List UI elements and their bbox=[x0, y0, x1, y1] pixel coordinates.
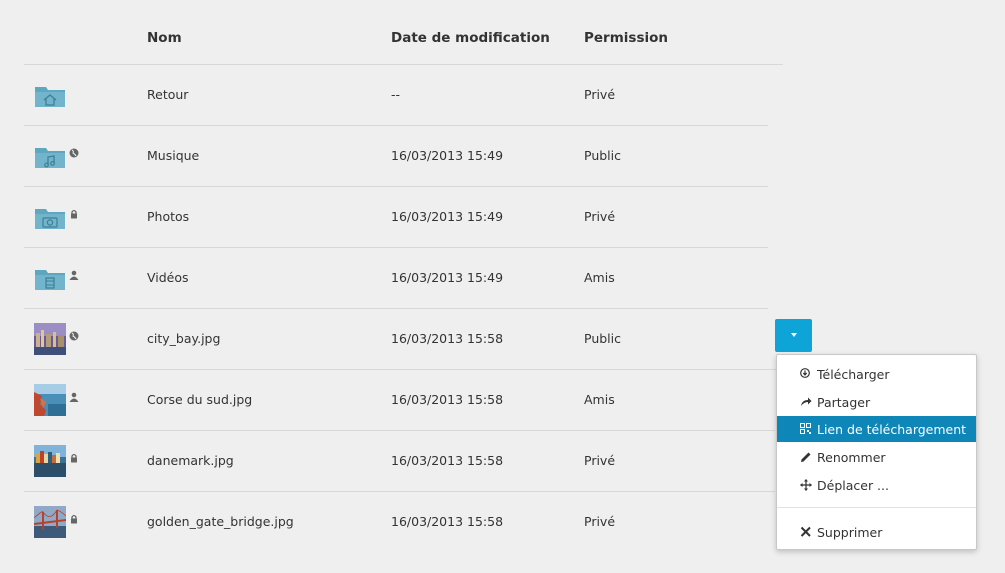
table-row[interactable]: Corse du sud.jpg 16/03/2013 15:58 Amis bbox=[24, 370, 775, 431]
globe-icon bbox=[69, 326, 79, 341]
table-row[interactable]: Musique 16/03/2013 15:49 Public bbox=[24, 126, 768, 187]
file-name[interactable]: Corse du sud.jpg bbox=[147, 392, 252, 407]
menu-item-label: Lien de téléchargement bbox=[817, 422, 967, 437]
folder-home-icon bbox=[34, 79, 66, 111]
row-actions-dropdown-button[interactable] bbox=[775, 319, 812, 352]
file-name[interactable]: Retour bbox=[147, 87, 188, 102]
user-icon bbox=[69, 265, 79, 280]
table-row[interactable]: danemark.jpg 16/03/2013 15:58 Privé bbox=[24, 431, 775, 492]
modified-date: -- bbox=[391, 87, 401, 102]
menu-item-label: Déplacer ... bbox=[817, 478, 889, 493]
image-thumbnail-icon bbox=[34, 323, 66, 355]
caret-down-icon bbox=[791, 333, 797, 337]
folder-camera-icon bbox=[34, 201, 66, 233]
menu-item-label: Partager bbox=[817, 395, 871, 410]
table-row[interactable]: golden_gate_bridge.jpg 16/03/2013 15:58 … bbox=[24, 492, 775, 553]
folder-music-icon bbox=[34, 140, 66, 172]
permission-label: Privé bbox=[584, 209, 616, 224]
image-thumbnail-icon bbox=[34, 384, 66, 416]
modified-date: 16/03/2013 15:49 bbox=[391, 209, 504, 224]
modified-date: 16/03/2013 15:58 bbox=[391, 331, 504, 346]
menu-item-label: Renommer bbox=[817, 450, 886, 465]
close-icon bbox=[800, 526, 812, 538]
modified-date: 16/03/2013 15:49 bbox=[391, 270, 504, 285]
menu-divider bbox=[777, 507, 976, 508]
permission-label: Amis bbox=[584, 392, 615, 407]
table-row[interactable]: Photos 16/03/2013 15:49 Privé bbox=[24, 187, 768, 248]
pencil-icon bbox=[800, 451, 812, 463]
table-row[interactable]: Vidéos 16/03/2013 15:49 Amis bbox=[24, 248, 768, 309]
column-header-permission[interactable]: Permission bbox=[584, 30, 668, 46]
qr-link-icon bbox=[800, 423, 812, 435]
file-name[interactable]: golden_gate_bridge.jpg bbox=[147, 514, 294, 529]
menu-item-delete[interactable]: Supprimer bbox=[777, 519, 976, 545]
modified-date: 16/03/2013 15:58 bbox=[391, 453, 504, 468]
file-name[interactable]: city_bay.jpg bbox=[147, 331, 220, 346]
row-actions-menu: Télécharger Partager Lien de téléchargem… bbox=[776, 354, 977, 550]
menu-item-label: Télécharger bbox=[817, 367, 890, 382]
column-header-name[interactable]: Nom bbox=[147, 30, 182, 46]
modified-date: 16/03/2013 15:58 bbox=[391, 392, 504, 407]
permission-label: Privé bbox=[584, 87, 616, 102]
permission-label: Amis bbox=[584, 270, 615, 285]
menu-item-share[interactable]: Partager bbox=[777, 389, 976, 415]
column-header-date[interactable]: Date de modification bbox=[391, 30, 550, 46]
globe-icon bbox=[69, 143, 79, 158]
menu-item-label: Supprimer bbox=[817, 525, 883, 540]
table-row[interactable]: city_bay.jpg 16/03/2013 15:58 Public bbox=[24, 309, 819, 370]
menu-item-move[interactable]: Déplacer ... bbox=[777, 472, 976, 498]
modified-date: 16/03/2013 15:49 bbox=[391, 148, 504, 163]
image-thumbnail-icon bbox=[33, 506, 67, 538]
permission-label: Privé bbox=[584, 514, 616, 529]
file-name[interactable]: Photos bbox=[147, 209, 189, 224]
download-icon bbox=[800, 368, 812, 380]
file-name[interactable]: danemark.jpg bbox=[147, 453, 234, 468]
permission-label: Privé bbox=[584, 453, 616, 468]
menu-item-download[interactable]: Télécharger bbox=[777, 361, 976, 387]
permission-label: Public bbox=[584, 148, 621, 163]
lock-icon bbox=[69, 509, 79, 524]
lock-icon bbox=[69, 448, 79, 463]
share-icon bbox=[800, 396, 812, 408]
folder-film-icon bbox=[34, 262, 66, 294]
move-icon bbox=[800, 479, 812, 491]
menu-item-rename[interactable]: Renommer bbox=[777, 444, 976, 470]
modified-date: 16/03/2013 15:58 bbox=[391, 514, 504, 529]
table-row[interactable]: Retour -- Privé bbox=[24, 65, 768, 126]
user-icon bbox=[69, 387, 79, 402]
file-name[interactable]: Vidéos bbox=[147, 270, 189, 285]
image-thumbnail-icon bbox=[34, 445, 66, 477]
file-browser: Nom Date de modification Permission Reto… bbox=[0, 0, 1005, 573]
lock-icon bbox=[69, 204, 79, 219]
permission-label: Public bbox=[584, 331, 621, 346]
menu-item-download-link[interactable]: Lien de téléchargement bbox=[777, 416, 976, 442]
file-name[interactable]: Musique bbox=[147, 148, 199, 163]
